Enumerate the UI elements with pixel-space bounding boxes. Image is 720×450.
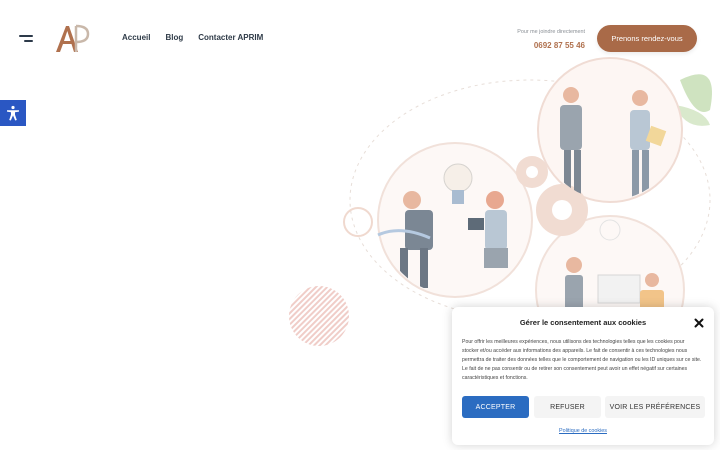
cookie-consent-dialog: Gérer le consentement aux cookies Pour o…	[452, 307, 714, 445]
accessibility-icon	[7, 105, 19, 121]
contact-label: Pour me joindre directement	[517, 29, 585, 35]
book-appointment-button[interactable]: Prenons rendez-vous	[597, 25, 697, 52]
view-preferences-button[interactable]: VOIR LES PRÉFÉRENCES	[605, 396, 705, 418]
cookie-dialog-text: Pour offrir les meilleures expériences, …	[462, 339, 702, 381]
menu-toggle-icon[interactable]	[19, 35, 33, 44]
logo-mark	[56, 24, 90, 52]
site-logo[interactable]	[54, 22, 92, 54]
nav-contacter-aprim[interactable]: Contacter APRIM	[198, 33, 263, 42]
refuse-cookies-button[interactable]: REFUSER	[534, 396, 601, 418]
main-nav: Accueil Blog Contacter APRIM	[122, 33, 278, 42]
nav-blog[interactable]: Blog	[165, 33, 183, 42]
phone-number[interactable]: 0692 87 55 46	[517, 41, 585, 50]
hero-illustration	[280, 50, 720, 365]
accessibility-toggle[interactable]	[0, 100, 26, 126]
cookie-policy-link[interactable]: Politique de cookies	[452, 428, 714, 434]
nav-accueil[interactable]: Accueil	[122, 33, 150, 42]
close-icon[interactable]	[694, 315, 704, 328]
cookie-dialog-title: Gérer le consentement aux cookies	[519, 318, 647, 327]
accept-cookies-button[interactable]: ACCEPTER	[462, 396, 529, 418]
contact-info: Pour me joindre directement 0692 87 55 4…	[517, 29, 585, 50]
